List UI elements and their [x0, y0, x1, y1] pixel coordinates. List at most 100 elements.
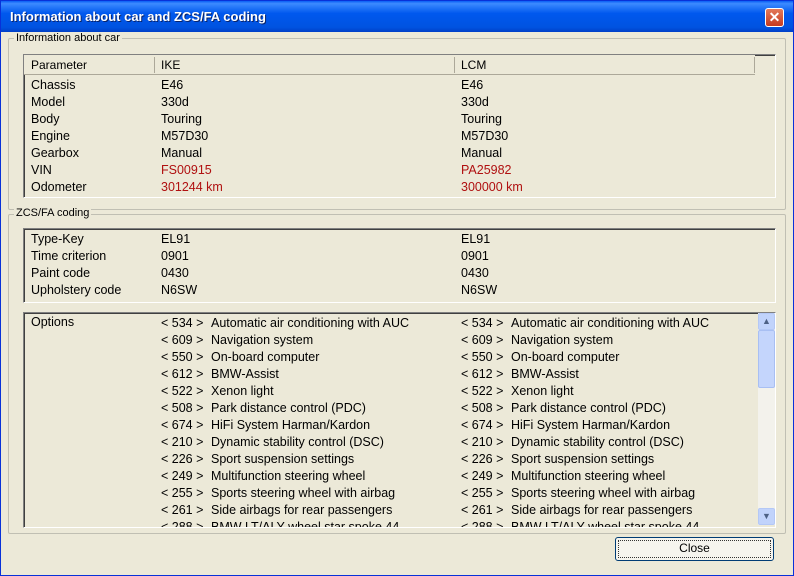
list-item: < 508 > Park distance control (PDC) < 508 … [24, 400, 755, 417]
list-item: < 550 > On-board computer < 550 > On-board … [24, 349, 755, 366]
list-item: < 522 > Xenon light < 522 > Xenon light [24, 383, 755, 400]
row-lcm-value: M57D30 [461, 129, 509, 143]
option-lcm-desc: Xenon light [511, 384, 574, 398]
option-lcm-code: < 226 > [461, 452, 504, 466]
option-lcm-desc: HiFi System Harman/Kardon [511, 418, 671, 432]
option-ike-desc: HiFi System Harman/Kardon [211, 418, 371, 432]
option-ike-code: < 674 > [161, 418, 204, 432]
list-item: < 534 > Automatic air conditioning with A… [24, 315, 755, 332]
row-parameter: Paint code [31, 266, 91, 280]
header-parameter[interactable]: Parameter [31, 55, 87, 75]
row-lcm-value: 330d [461, 95, 489, 109]
row-ike-value: 0430 [161, 266, 189, 280]
close-button[interactable]: Close [615, 537, 774, 561]
zcs-group-label: ZCS/FA coding [14, 207, 92, 219]
option-lcm-code: < 674 > [461, 418, 504, 432]
option-ike-desc: Dynamic stability control (DSC) [211, 435, 384, 449]
dialog-window: Information about car and ZCS/FA coding … [0, 0, 794, 576]
scroll-down-icon[interactable]: ▼ [758, 508, 775, 525]
row-ike-value: 330d [161, 95, 189, 109]
option-ike-desc: On-board computer [211, 350, 320, 364]
row-lcm-value: Manual [461, 146, 502, 160]
list-item: < 249 > Multifunction steering wheel < 249… [24, 468, 755, 485]
row-lcm-value: Touring [461, 112, 502, 126]
option-ike-code: < 522 > [161, 384, 204, 398]
list-item: < 288 > BMW LT/ALY wheel star spoke 44 < 2… [24, 519, 755, 528]
table-row: Model 330d 330d [24, 94, 755, 111]
header-ike[interactable]: IKE [161, 55, 180, 75]
option-ike-desc: Navigation system [211, 333, 314, 347]
row-parameter: Type-Key [31, 232, 84, 246]
option-ike-code: < 255 > [161, 486, 204, 500]
option-lcm-desc: On-board computer [511, 350, 620, 364]
title-bar[interactable]: Information about car and ZCS/FA coding … [1, 1, 793, 32]
option-lcm-code: < 261 > [461, 503, 504, 517]
option-lcm-desc: Multifunction steering wheel [511, 469, 666, 483]
header-separator [454, 57, 455, 73]
row-parameter: Time criterion [31, 249, 107, 263]
option-lcm-code: < 550 > [461, 350, 504, 364]
header-lcm[interactable]: LCM [461, 55, 486, 75]
options-list: Options < 534 > Automatic air conditionin… [23, 312, 776, 528]
table-row: Upholstery code N6SW N6SW [24, 282, 755, 299]
option-ike-code: < 550 > [161, 350, 204, 364]
table-row: Odometer 301244 km 300000 km [24, 179, 755, 196]
list-item: < 226 > Sport suspension settings < 226 > S… [24, 451, 755, 468]
row-ike-value: E46 [161, 78, 184, 92]
row-ike-value: M57D30 [161, 129, 209, 143]
row-ike-value: EL91 [161, 232, 191, 246]
option-lcm-desc: Side airbags for rear passengers [511, 503, 693, 517]
option-ike-code: < 226 > [161, 452, 204, 466]
option-ike-code: < 534 > [161, 316, 204, 330]
option-ike-code: < 288 > [161, 520, 204, 528]
option-lcm-desc: BMW LT/ALY wheel star spoke 44 [511, 520, 700, 528]
scroll-thumb[interactable] [758, 330, 775, 388]
option-lcm-code: < 609 > [461, 333, 504, 347]
list-item: < 674 > HiFi System Harman/Kardon < 674 > H… [24, 417, 755, 434]
row-ike-value: N6SW [161, 283, 198, 297]
zcs-table: Type-Key EL91 EL91 Time criterion 0901 0901 Pa… [23, 228, 776, 303]
row-lcm-value: EL91 [461, 232, 491, 246]
option-ike-code: < 508 > [161, 401, 204, 415]
row-ike-value: Touring [161, 112, 202, 126]
row-parameter: Upholstery code [31, 283, 122, 297]
row-lcm-value: N6SW [461, 283, 498, 297]
row-parameter: Odometer [31, 180, 87, 194]
options-scrollbar[interactable]: ▲ ▼ [758, 313, 775, 525]
table-row: VIN FS00915 PA25982 [24, 162, 755, 179]
car-info-group-label: Information about car [14, 32, 122, 44]
option-ike-desc: Sport suspension settings [211, 452, 355, 466]
option-ike-desc: Park distance control (PDC) [211, 401, 366, 415]
option-lcm-code: < 249 > [461, 469, 504, 483]
list-item: < 210 > Dynamic stability control (DSC) < … [24, 434, 755, 451]
option-lcm-code: < 210 > [461, 435, 504, 449]
option-ike-desc: Side airbags for rear passengers [211, 503, 393, 517]
option-lcm-code: < 612 > [461, 367, 504, 381]
table-header: Parameter IKE LCM [24, 55, 755, 75]
table-row: Time criterion 0901 0901 [24, 248, 755, 265]
option-ike-code: < 210 > [161, 435, 204, 449]
row-parameter: Chassis [31, 78, 76, 92]
option-lcm-code: < 288 > [461, 520, 504, 528]
option-lcm-code: < 255 > [461, 486, 504, 500]
option-lcm-desc: Dynamic stability control (DSC) [511, 435, 684, 449]
option-ike-code: < 249 > [161, 469, 204, 483]
option-lcm-desc: Automatic air conditioning with AUC [511, 316, 710, 330]
row-lcm-value: PA25982 [461, 163, 512, 177]
option-ike-desc: BMW-Assist [211, 367, 279, 381]
scroll-up-icon[interactable]: ▲ [758, 313, 775, 330]
option-lcm-code: < 508 > [461, 401, 504, 415]
option-lcm-desc: Sport suspension settings [511, 452, 655, 466]
row-ike-value: 301244 km [161, 180, 223, 194]
option-ike-desc: Sports steering wheel with airbag [211, 486, 396, 500]
option-ike-code: < 609 > [161, 333, 204, 347]
row-parameter: VIN [31, 163, 52, 177]
option-ike-desc: Automatic air conditioning with AUC [211, 316, 410, 330]
window-close-icon[interactable]: ✕ [765, 8, 784, 27]
option-ike-desc: BMW LT/ALY wheel star spoke 44 [211, 520, 400, 528]
list-item: < 261 > Side airbags for rear passengers <… [24, 502, 755, 519]
table-row: Chassis E46 E46 [24, 77, 755, 94]
window-title: Information about car and ZCS/FA coding [10, 9, 266, 24]
list-item: < 255 > Sports steering wheel with airbag… [24, 485, 755, 502]
option-lcm-desc: Navigation system [511, 333, 614, 347]
